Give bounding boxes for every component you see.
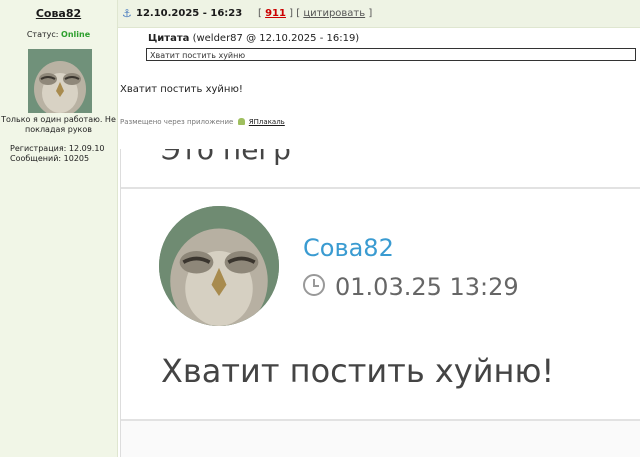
post-text: Хватит постить хуйню! bbox=[120, 84, 243, 95]
clock-icon bbox=[303, 274, 325, 296]
screenshot-top-strip: Это пегр bbox=[121, 149, 640, 189]
screenshot-cutoff-text: Это пегр bbox=[161, 149, 291, 166]
attached-screenshot[interactable]: Это пегр Сова82 01.03.25 13:29 Хватит по… bbox=[120, 149, 640, 457]
screenshot-bottom-area bbox=[121, 421, 640, 457]
post-number-link[interactable]: 911 bbox=[265, 8, 286, 19]
quote-meta: (welder87 @ 12.10.2025 - 16:19) bbox=[192, 33, 360, 44]
app-link[interactable]: ЯПлакаль bbox=[249, 118, 285, 126]
username-link[interactable]: Сова82 bbox=[0, 7, 117, 20]
user-sidebar: Сова82 Статус: Online Только я один рабо… bbox=[0, 0, 118, 457]
screenshot-time: 01.03.25 13:29 bbox=[303, 273, 519, 301]
screenshot-comment-card: Сова82 01.03.25 13:29 Хватит постить хуй… bbox=[121, 189, 640, 421]
anchor-icon[interactable]: ⚓ bbox=[122, 0, 132, 27]
avatar[interactable] bbox=[28, 49, 92, 113]
quote-header: Цитата (welder87 @ 12.10.2025 - 16:19) bbox=[148, 33, 359, 44]
quote-box: Хватит постить хуйню bbox=[146, 48, 636, 61]
user-stats: Регистрация: 12.09.10 Сообщений: 10205 bbox=[10, 144, 105, 164]
post-date: 12.10.2025 - 16:23 bbox=[136, 8, 243, 19]
posted-via: Размещено через приложение ЯПлакаль bbox=[120, 118, 285, 126]
status-online: Online bbox=[61, 30, 91, 39]
post-links: [ 911 ] [ цитировать ] bbox=[258, 8, 373, 19]
post-header: ⚓ 12.10.2025 - 16:23 [ 911 ] [ цитироват… bbox=[118, 0, 640, 28]
android-icon bbox=[237, 118, 245, 125]
quote-link[interactable]: цитировать bbox=[303, 8, 365, 19]
user-motto: Только я один работаю. Не покладая руков bbox=[1, 115, 116, 134]
message-count: Сообщений: 10205 bbox=[10, 154, 90, 163]
screenshot-message: Хватит постить хуйню! bbox=[161, 352, 555, 390]
quote-title: Цитата bbox=[148, 33, 190, 44]
screenshot-avatar bbox=[159, 206, 279, 326]
posted-via-label: Размещено через приложение bbox=[120, 118, 234, 126]
status-label: Статус: bbox=[26, 30, 59, 39]
screenshot-username: Сова82 bbox=[303, 234, 394, 262]
screenshot-time-text: 01.03.25 13:29 bbox=[335, 273, 519, 301]
registration-date: Регистрация: 12.09.10 bbox=[10, 144, 105, 153]
user-status: Статус: Online bbox=[0, 30, 117, 39]
